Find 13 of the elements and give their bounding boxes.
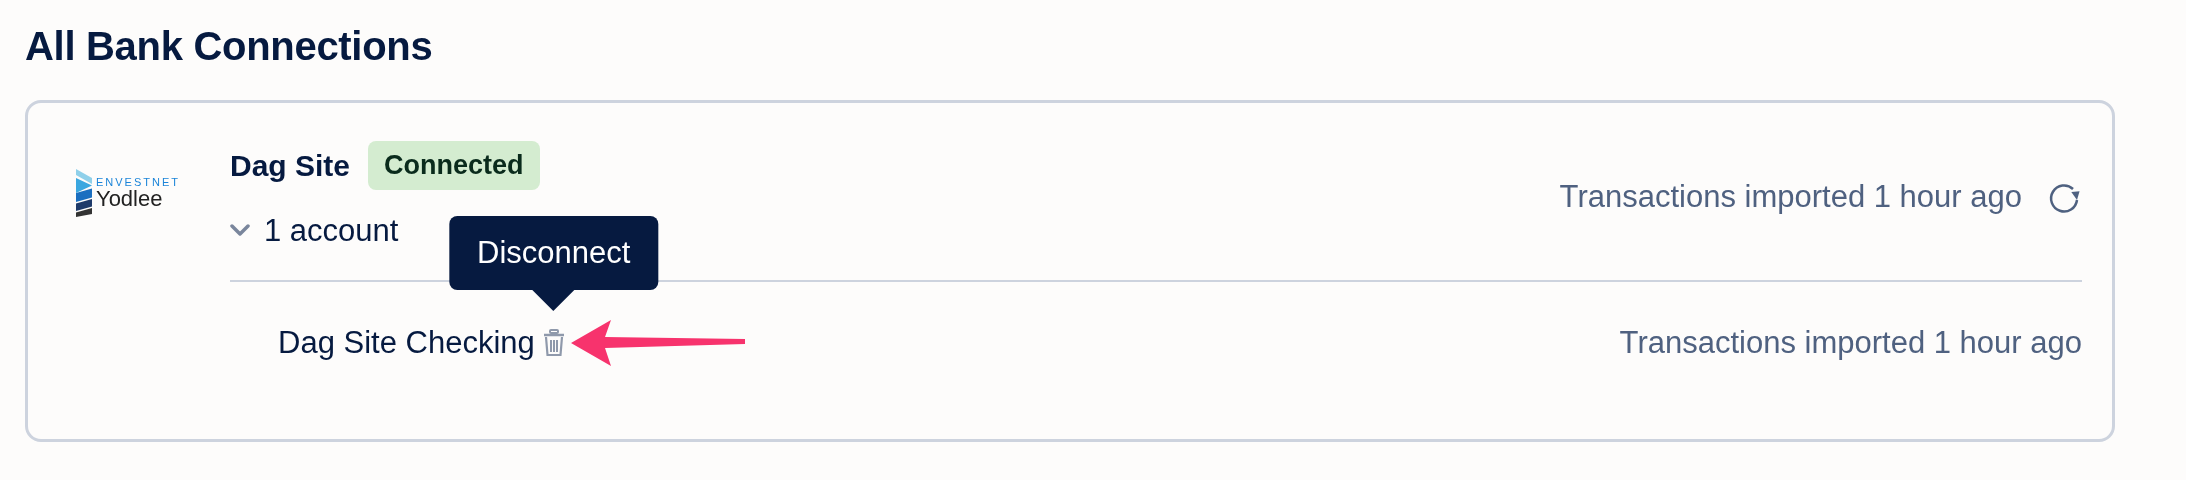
- import-status: Transactions imported 1 hour ago: [1559, 178, 2022, 217]
- page-title: All Bank Connections: [25, 23, 434, 70]
- accounts-toggle[interactable]: 1 account: [230, 207, 399, 254]
- logo-text: ENVESTNET: [96, 177, 180, 188]
- tooltip-pointer: [531, 289, 576, 312]
- connection-name: Dag Site: [230, 147, 351, 184]
- account-name: Dag Site Checking: [278, 324, 535, 362]
- logo-text: Yodlee: [96, 188, 164, 210]
- trash-icon[interactable]: [542, 329, 565, 358]
- chevron-icon: [230, 224, 250, 238]
- import-status: Transactions imported 1 hour ago: [1619, 324, 2082, 362]
- status-badge: Connected: [368, 141, 540, 190]
- stripes-logo-icon: [76, 169, 92, 217]
